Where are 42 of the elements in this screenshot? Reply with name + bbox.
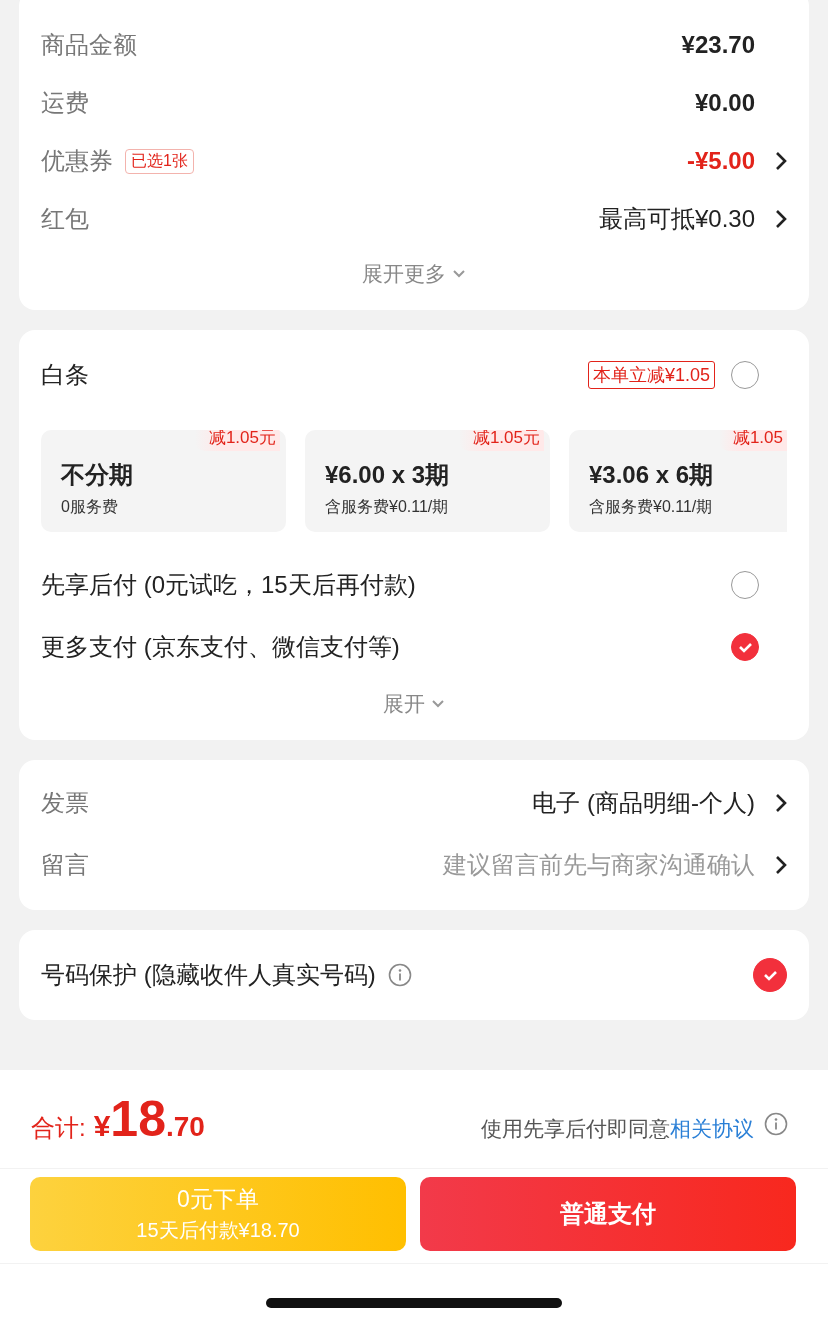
radio-button[interactable] <box>731 633 759 661</box>
row-label: 留言 <box>41 850 89 880</box>
plan-note: 0服务费 <box>61 496 119 517</box>
plan-note: 含服务费¥0.11/期 <box>325 496 450 517</box>
info-icon[interactable] <box>764 1112 788 1136</box>
row-label: 发票 <box>41 788 89 818</box>
discount-tag: 本单立减¥1.05 <box>587 361 715 389</box>
info-icon[interactable] <box>387 963 412 987</box>
currency-symbol: ¥ <box>93 1109 111 1143</box>
plan-title: ¥6.00 x 3期 <box>325 459 451 490</box>
plan-title: ¥3.06 x 6期 <box>589 459 715 490</box>
expand-button[interactable]: 展开 <box>375 686 453 722</box>
plan-title: 不分期 <box>61 459 134 490</box>
expand-more-button[interactable]: 展开更多 <box>354 256 474 292</box>
privacy-label: 号码保护 (隐藏收件人真实号码) <box>41 960 376 990</box>
chevron-icon[interactable] <box>775 209 787 229</box>
coupon-tag: 已选1张 <box>125 148 194 174</box>
baitiao-label: 白条 <box>41 360 89 390</box>
row-label: 商品金额 <box>41 30 137 60</box>
payment-option[interactable]: 更多支付 (京东支付、微信支付等) <box>41 631 400 663</box>
row-value: ¥23.70 <box>681 31 755 59</box>
row-label: 红包 <box>41 204 89 234</box>
chevron-icon[interactable] <box>775 793 787 813</box>
checkbox[interactable] <box>753 958 787 992</box>
caret-icon <box>431 699 445 709</box>
chevron-icon[interactable] <box>775 151 787 171</box>
row-label: 优惠券 <box>41 146 113 176</box>
payment-option[interactable]: 先享后付 (0元试吃，15天后再付款) <box>41 569 416 601</box>
row-value: 最高可抵¥0.30 <box>598 204 755 234</box>
caret-icon <box>452 269 466 279</box>
row-value: -¥5.00 <box>686 147 755 175</box>
row-value[interactable]: 电子 (商品明细-个人) <box>532 787 755 819</box>
agreement-link[interactable]: 相关协议 <box>670 1115 754 1143</box>
total-decimal: .70 <box>166 1111 205 1143</box>
row-value: ¥0.00 <box>694 89 755 117</box>
pay-button[interactable]: 普通支付 <box>420 1177 796 1251</box>
plan-note: 含服务费¥0.11/期 <box>589 496 714 517</box>
total-label: 合计: <box>31 1113 86 1143</box>
total-amount: 18 <box>110 1090 166 1148</box>
chevron-icon[interactable] <box>775 855 787 875</box>
row-label: 运费 <box>41 88 89 118</box>
agreement-text: 使用先享后付即同意 <box>481 1116 670 1142</box>
